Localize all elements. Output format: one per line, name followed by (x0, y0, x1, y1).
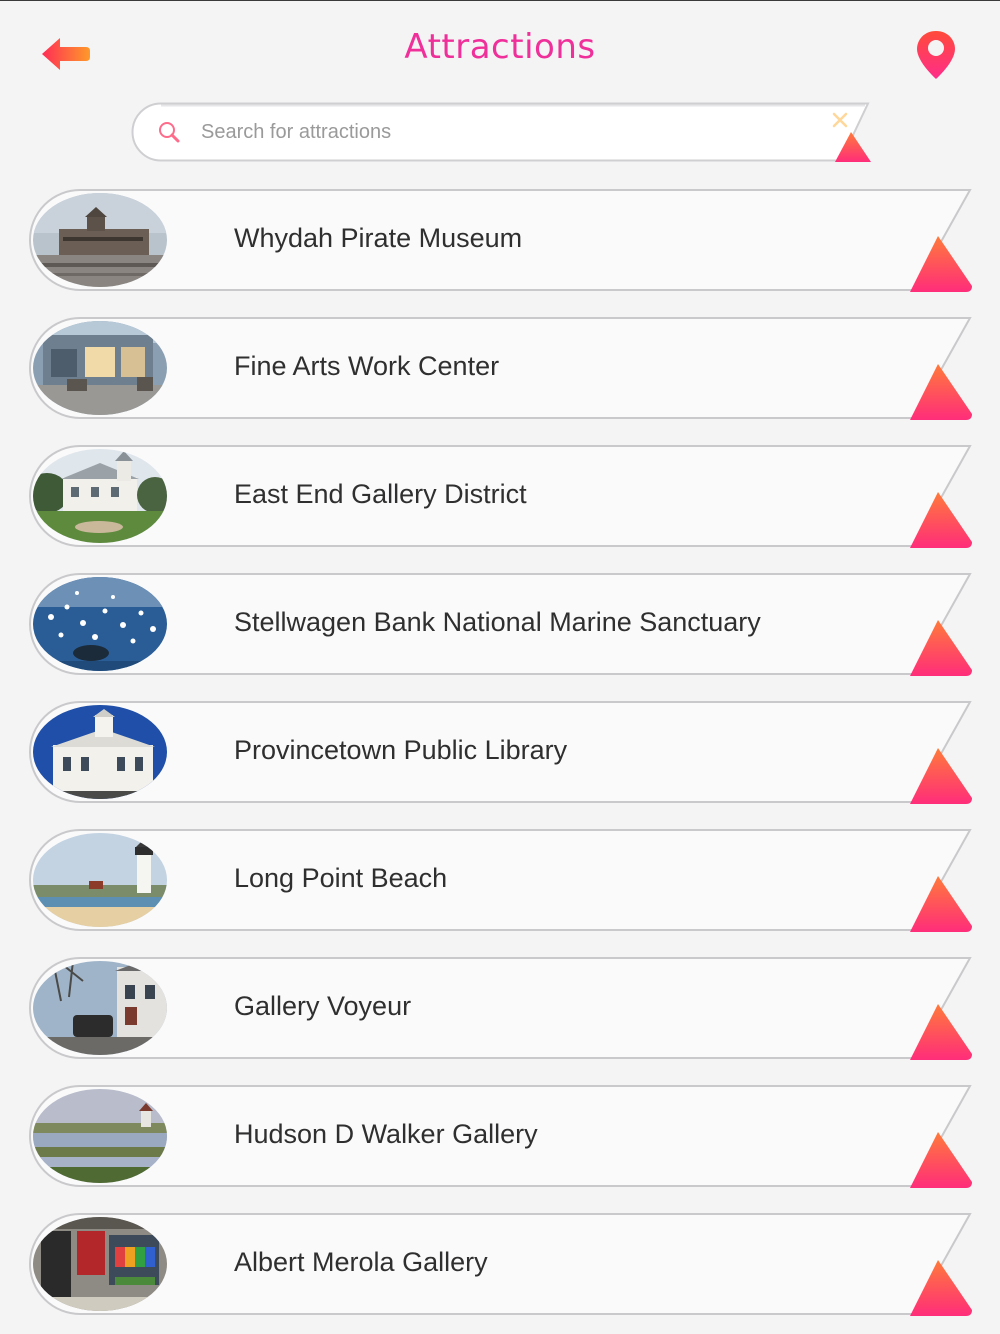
corner-accent (910, 364, 972, 420)
attraction-name: Hudson D Walker Gallery (234, 1119, 538, 1149)
list-item[interactable]: Albert Merola Gallery (28, 1212, 972, 1316)
attraction-name: Long Point Beach (234, 863, 448, 893)
search-bar (131, 102, 871, 162)
attraction-thumbnail (33, 705, 167, 799)
library-building-photo (33, 705, 167, 799)
attraction-thumbnail (33, 321, 167, 415)
search-icon (159, 122, 180, 143)
whale-and-birds-photo (33, 577, 167, 671)
corner-accent (910, 1260, 972, 1316)
attraction-name: Fine Arts Work Center (234, 351, 500, 381)
list-item[interactable]: Stellwagen Bank National Marine Sanctuar… (28, 572, 972, 676)
list-item-background (29, 1213, 972, 1315)
storefront-photo (33, 1217, 167, 1311)
list-item[interactable]: East End Gallery District (28, 444, 972, 548)
attraction-thumbnail (33, 193, 167, 287)
attraction-thumbnail (33, 1089, 167, 1183)
lighthouse-beach-photo (33, 833, 167, 927)
map-button[interactable] (914, 29, 958, 81)
list-item[interactable]: Gallery Voyeur (28, 956, 972, 1060)
attraction-name: Provincetown Public Library (234, 735, 568, 765)
street-photo (33, 961, 167, 1055)
marsh-landscape-photo (33, 1089, 167, 1183)
list-item[interactable]: Hudson D Walker Gallery (28, 1084, 972, 1188)
corner-accent (910, 1132, 972, 1188)
search-input[interactable] (201, 116, 821, 148)
corner-accent (910, 620, 972, 676)
pier-photo (33, 193, 167, 287)
attraction-thumbnail (33, 449, 167, 543)
list-item-background (29, 829, 972, 931)
page-title: Attractions (404, 27, 596, 67)
attraction-thumbnail (33, 833, 167, 927)
list-item[interactable]: Provincetown Public Library (28, 700, 972, 804)
attractions-screen: Attractions Search for attractions Whyda… (0, 0, 1000, 1334)
attraction-thumbnail (33, 577, 167, 671)
header: Attractions (0, 1, 1000, 99)
attraction-name: Stellwagen Bank National Marine Sanctuar… (234, 607, 761, 637)
corner-accent (910, 236, 972, 292)
list-item-background (29, 957, 972, 1059)
corner-accent (910, 1004, 972, 1060)
attraction-name: East End Gallery District (234, 479, 527, 509)
close-icon[interactable] (830, 110, 850, 130)
list-item-background (29, 317, 972, 419)
corner-accent (910, 492, 972, 548)
attraction-name: Albert Merola Gallery (234, 1247, 488, 1277)
list-item[interactable]: Whydah Pirate Museum (28, 188, 972, 292)
list-item[interactable]: Long Point Beach (28, 828, 972, 932)
attraction-thumbnail (33, 1217, 167, 1311)
victorian-house-photo (33, 449, 167, 543)
search-corner-accent (835, 132, 871, 162)
corner-accent (910, 748, 972, 804)
attraction-name: Whydah Pirate Museum (234, 223, 523, 253)
list-item[interactable]: Fine Arts Work Center (28, 316, 972, 420)
building-courtyard-photo (33, 321, 167, 415)
corner-accent (910, 876, 972, 932)
attraction-name: Gallery Voyeur (234, 991, 412, 1021)
attraction-thumbnail (33, 961, 167, 1055)
map-pin-icon (917, 31, 955, 79)
